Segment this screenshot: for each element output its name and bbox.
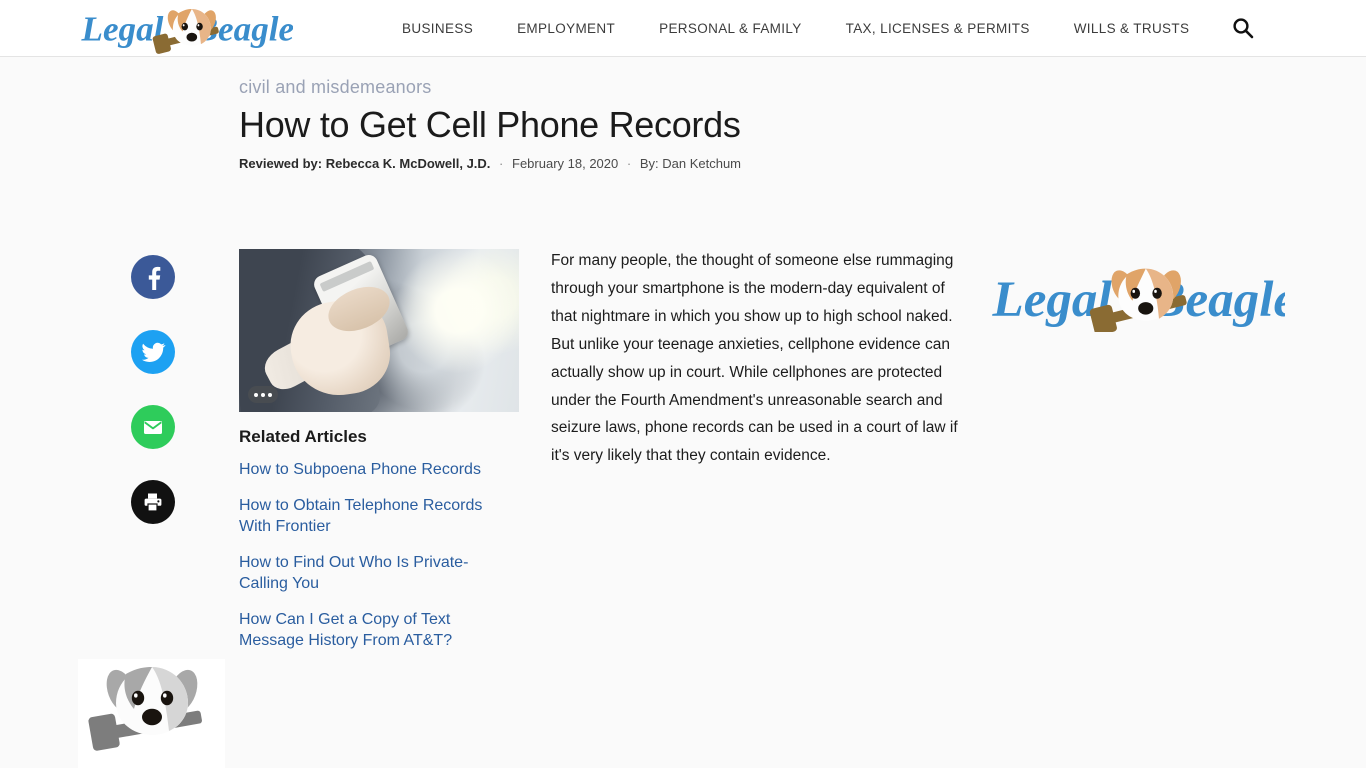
svg-text:Legal: Legal xyxy=(81,10,164,49)
related-card-image xyxy=(78,659,225,768)
twitter-icon xyxy=(141,342,166,362)
hero-photo-background xyxy=(239,249,519,412)
share-email-button[interactable] xyxy=(131,405,175,449)
related-articles-heading: Related Articles xyxy=(239,427,367,446)
related-card[interactable]: RELATED How to xyxy=(78,659,225,768)
byline-author: By: Dan Ketchum xyxy=(639,156,741,172)
related-article-link-2[interactable]: How to Obtain Telephone Records With Fro… xyxy=(239,496,517,537)
nav-item-personal-family[interactable]: PERSONAL & FAMILY xyxy=(637,21,824,36)
article-header: civil and misdemeanors How to Get Cell P… xyxy=(239,77,999,171)
nav-item-wills-trusts[interactable]: WILLS & TRUSTS xyxy=(1052,21,1212,36)
dot-icon xyxy=(261,392,265,397)
byline-date: February 18, 2020 xyxy=(512,156,619,172)
related-articles: Related Articles How to Subpoena Phone R… xyxy=(239,427,517,667)
page-content: civil and misdemeanors How to Get Cell P… xyxy=(0,57,1366,768)
hero-more-options-button[interactable] xyxy=(248,386,278,403)
nav-item-tax-licenses-permits[interactable]: TAX, LICENSES & PERMITS xyxy=(824,21,1052,36)
main-nav: BUSINESS EMPLOYMENT PERSONAL & FAMILY TA… xyxy=(380,0,1211,57)
byline: Reviewed by: Rebecca K. McDowell, J.D. ·… xyxy=(239,156,999,171)
page-title: How to Get Cell Phone Records xyxy=(239,104,741,145)
share-print-button[interactable] xyxy=(131,480,175,524)
facebook-icon xyxy=(148,266,161,290)
byline-separator-1: · xyxy=(499,156,504,172)
legal-beagle-logo-icon: Legal Beagle xyxy=(81,9,294,54)
dot-icon xyxy=(268,392,272,397)
share-rail xyxy=(131,255,177,524)
search-icon xyxy=(1233,18,1254,39)
share-facebook-button[interactable] xyxy=(131,255,175,299)
beagle-gavel-grayscale-icon xyxy=(78,659,225,768)
print-icon xyxy=(144,493,162,512)
byline-separator-2: · xyxy=(626,156,632,172)
site-header: Legal Beagle BUSINESS EMPLOYMENT PERSONA… xyxy=(0,0,1366,57)
nav-item-employment[interactable]: EMPLOYMENT xyxy=(495,21,637,36)
side-brand-logo: Legal Beagle xyxy=(980,262,1296,336)
search-button[interactable] xyxy=(1228,13,1258,43)
related-article-link-1[interactable]: How to Subpoena Phone Records xyxy=(239,460,517,480)
share-twitter-button[interactable] xyxy=(131,330,175,374)
related-article-link-4[interactable]: How Can I Get a Copy of Text Message His… xyxy=(239,610,517,651)
email-icon xyxy=(144,421,162,434)
legal-beagle-logo-large-icon: Legal Beagle xyxy=(992,268,1296,336)
article-body-paragraph: For many people, the thought of someone … xyxy=(551,252,958,465)
dot-icon xyxy=(254,392,258,397)
breadcrumb[interactable]: civil and misdemeanors xyxy=(239,77,999,98)
byline-reviewer: Reviewed by: Rebecca K. McDowell, J.D. xyxy=(239,156,491,172)
site-logo[interactable]: Legal Beagle xyxy=(78,2,294,54)
related-article-link-3[interactable]: How to Find Out Who Is Private-Calling Y… xyxy=(239,553,517,594)
hero-image xyxy=(239,249,519,412)
nav-item-business[interactable]: BUSINESS xyxy=(380,21,495,36)
